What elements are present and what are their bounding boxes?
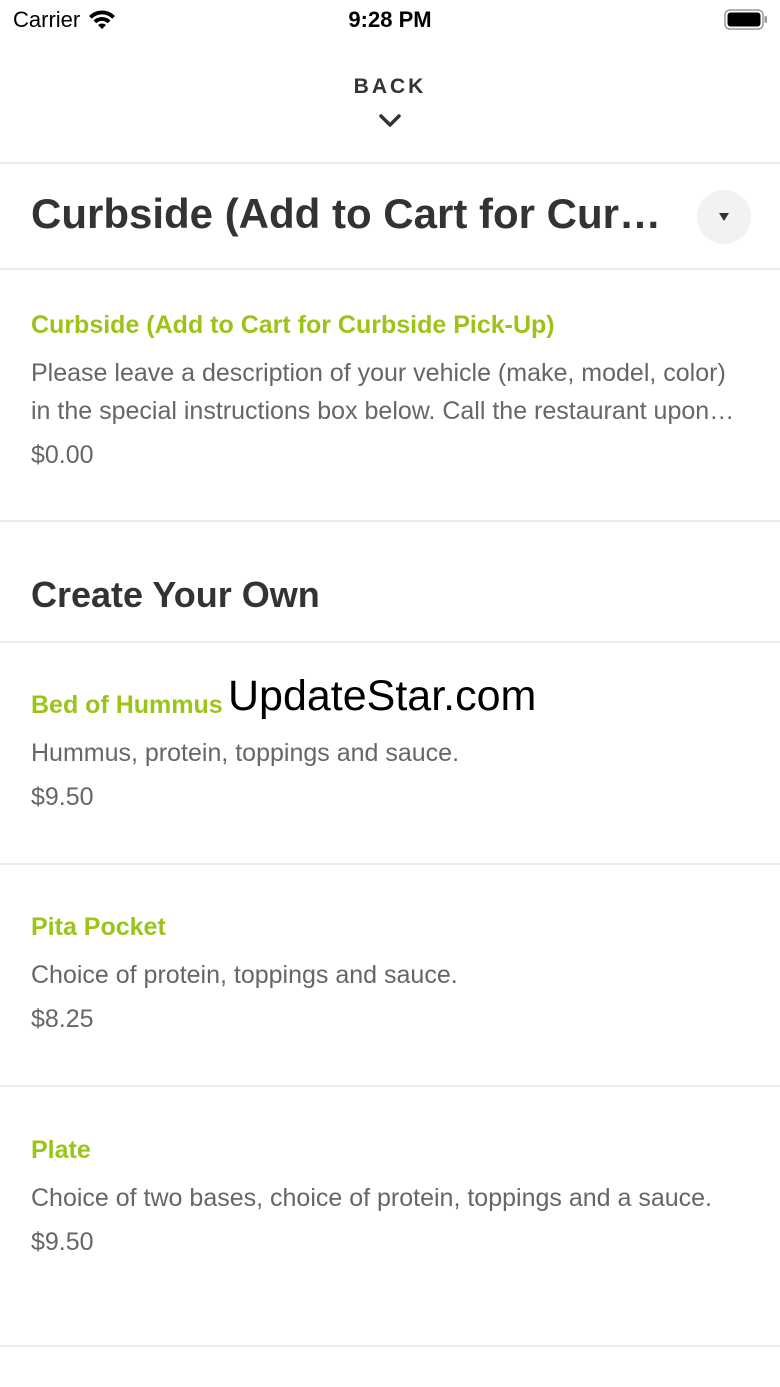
menu-item[interactable]: Plate Choice of two bases, choice of pro… [31,1133,751,1259]
back-label: BACK [353,75,427,98]
item-name: Plate [31,1136,91,1164]
item-name: Curbside (Add to Cart for Curbside Pick-… [31,311,555,339]
status-bar: Carrier 9:28 PM [0,0,780,40]
item-description: Please leave a description of your vehic… [31,359,726,425]
item-name: Pita Pocket [31,913,166,941]
status-time: 9:28 PM [348,7,432,32]
back-button[interactable]: BACK [0,44,780,162]
item-price: $8.25 [31,1005,94,1033]
menu-item[interactable]: Pita Pocket Choice of protein, toppings … [31,910,751,1036]
item-description: Hummus, protein, toppings and sauce. [31,739,460,767]
item-price: $0.00 [31,441,94,469]
item-price: $9.50 [31,783,94,811]
chevron-down-icon [379,114,401,127]
category-dropdown-button[interactable] [697,190,751,244]
divider [0,520,780,522]
caret-down-icon [719,213,729,221]
menu-item-curbside[interactable]: Curbside (Add to Cart for Curbside Pick-… [31,308,751,472]
item-price: $9.50 [31,1228,94,1256]
battery-icon [724,9,767,30]
divider [0,268,780,270]
divider [0,863,780,865]
divider [0,162,780,164]
divider [0,1085,780,1087]
watermark: UpdateStar.com [228,672,537,720]
divider [0,641,780,643]
item-description: Choice of two bases, choice of protein, … [31,1184,712,1212]
divider [0,1345,780,1347]
category-title: Curbside (Add to Cart for Curbside Pick-… [31,190,661,237]
section-heading: Create Your Own [31,574,320,615]
item-description: Choice of protein, toppings and sauce. [31,961,458,989]
